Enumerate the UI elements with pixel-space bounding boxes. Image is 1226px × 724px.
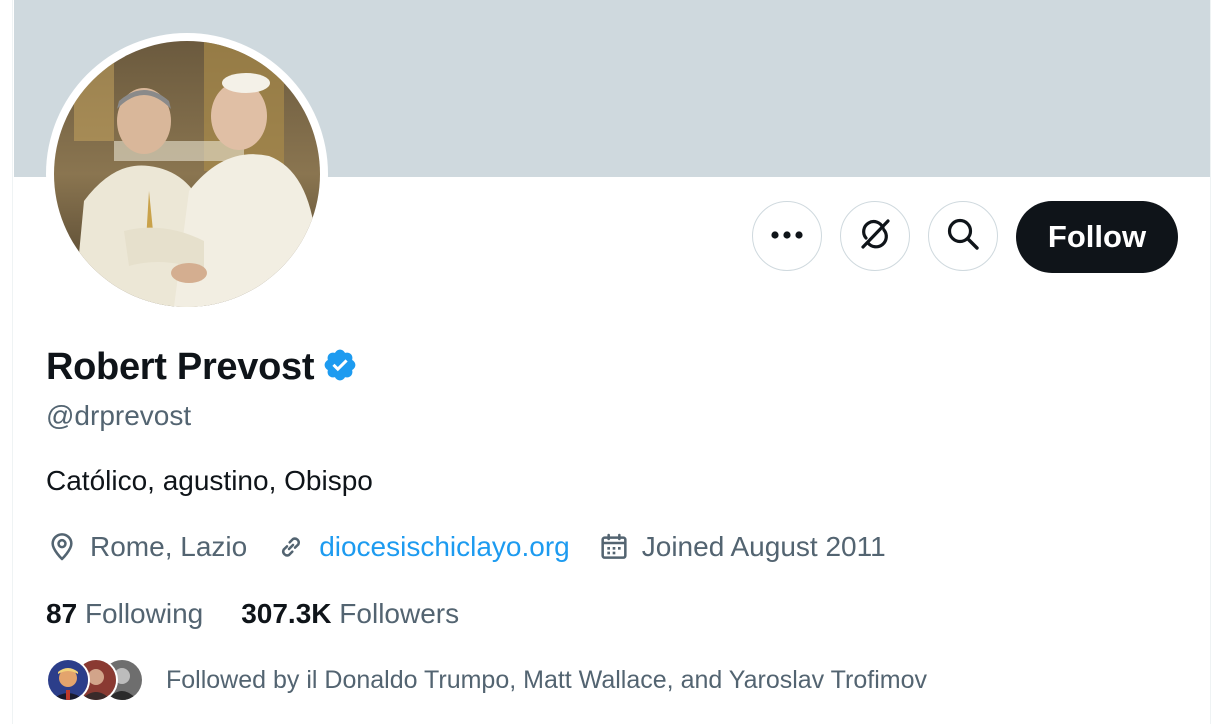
location-pin-icon: [46, 531, 78, 563]
search-profile-button[interactable]: [928, 201, 998, 271]
website-item[interactable]: diocesischiclayo.org: [275, 531, 570, 563]
calendar-icon: [598, 531, 630, 563]
following-label: Following: [84, 598, 204, 629]
location-item: Rome, Lazio: [46, 531, 247, 563]
joined-text: Joined August 2011: [641, 531, 886, 562]
profile-bio: Católico, agustino, Obispo: [46, 465, 373, 496]
grok-button[interactable]: [840, 201, 910, 271]
more-options-button[interactable]: [752, 201, 822, 271]
follow-button[interactable]: Follow: [1016, 201, 1178, 273]
website-link[interactable]: diocesischiclayo.org: [319, 531, 570, 563]
followers-label: Followers: [339, 598, 460, 629]
profile-avatar[interactable]: [54, 41, 320, 307]
search-icon: [946, 217, 980, 256]
profile-handle: @drprevost: [46, 400, 192, 431]
followed-by-avatars: [46, 656, 146, 704]
ellipsis-icon: [770, 227, 804, 245]
profile-meta: Rome, Lazio diocesischiclayo.org Joined …: [46, 531, 914, 563]
followers-stat[interactable]: 307.3K Followers: [241, 598, 459, 630]
following-count: 87: [46, 598, 78, 629]
joined-item: Joined August 2011: [598, 531, 886, 563]
link-icon: [275, 531, 307, 563]
followed-by-text[interactable]: Followed by il Donaldo Trumpo, Matt Wall…: [166, 666, 927, 695]
location-text: Rome, Lazio: [90, 531, 248, 562]
profile-stats: 87 Following 307.3K Followers: [46, 598, 497, 630]
followers-count: 307.3K: [241, 598, 332, 629]
following-stat[interactable]: 87 Following: [46, 598, 203, 630]
profile-name-row: Robert Prevost: [46, 346, 358, 389]
profile-name: Robert Prevost: [46, 346, 315, 388]
followed-by-row[interactable]: Followed by il Donaldo Trumpo, Matt Wall…: [46, 656, 927, 704]
grok-icon: [857, 216, 893, 257]
verified-badge-icon[interactable]: [322, 347, 358, 388]
avatar: [46, 658, 90, 702]
